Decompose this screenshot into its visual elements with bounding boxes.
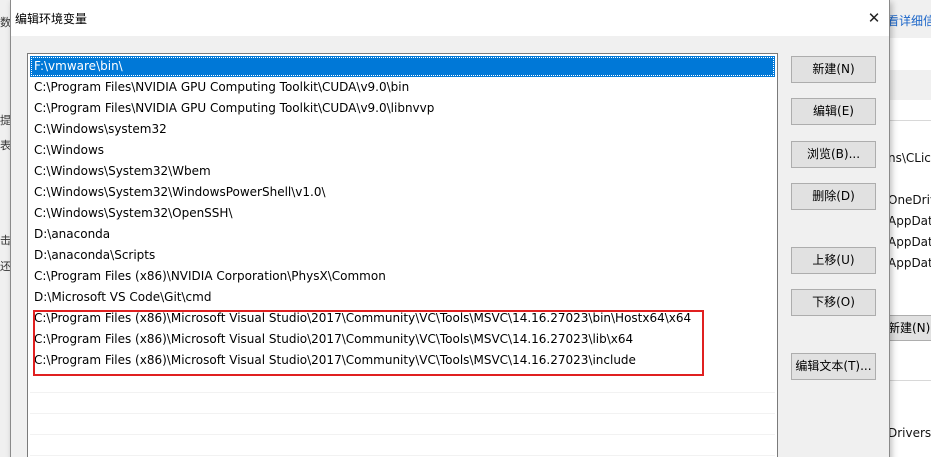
background-path-text: OneDriv <box>888 193 931 207</box>
background-details-link[interactable]: 看详细信 <box>887 12 931 29</box>
list-item[interactable]: D:\anaconda\Scripts <box>30 245 775 266</box>
browse-button[interactable]: 浏览(B)... <box>791 141 876 168</box>
empty-row-line <box>30 392 775 393</box>
background-left-text: 击 <box>0 234 10 247</box>
list-item[interactable]: C:\Program Files\NVIDIA GPU Computing To… <box>30 77 775 98</box>
close-icon[interactable]: ✕ <box>859 0 889 36</box>
empty-row-line <box>30 434 775 435</box>
list-item[interactable]: D:\Microsoft VS Code\Git\cmd <box>30 287 775 308</box>
background-left-text: 数 <box>0 16 10 29</box>
background-path-text: ns\CLic <box>888 151 931 165</box>
delete-button[interactable]: 删除(D) <box>791 183 876 210</box>
list-item[interactable]: C:\Program Files (x86)\NVIDIA Corporatio… <box>30 266 775 287</box>
edit-env-var-dialog: 编辑环境变量 ✕ F:\vmware\bin\ C:\Program Files… <box>10 0 890 457</box>
list-item[interactable]: C:\Windows\System32\OpenSSH\ <box>30 203 775 224</box>
background-right-panel <box>887 0 931 457</box>
move-down-button[interactable]: 下移(O) <box>791 289 876 316</box>
background-path-text: AppDat <box>888 235 931 249</box>
list-item[interactable]: C:\Program Files (x86)\Microsoft Visual … <box>30 350 775 371</box>
background-path-text: AppDat <box>888 256 931 270</box>
background-divider <box>887 380 931 381</box>
dialog-titlebar[interactable]: 编辑环境变量 ✕ <box>11 0 889 36</box>
background-path-text: Drivers\ <box>888 426 931 440</box>
background-left-text: 还 <box>0 260 10 273</box>
list-item[interactable]: C:\Windows\system32 <box>30 119 775 140</box>
list-item[interactable]: C:\Windows\System32\Wbem <box>30 161 775 182</box>
new-button[interactable]: 新建(N) <box>791 56 876 83</box>
background-divider <box>887 120 931 121</box>
move-up-button[interactable]: 上移(U) <box>791 247 876 274</box>
list-item[interactable]: C:\Program Files\NVIDIA GPU Computing To… <box>30 98 775 119</box>
background-right-band <box>887 70 931 100</box>
list-item[interactable]: C:\Program Files (x86)\Microsoft Visual … <box>30 308 775 329</box>
background-path-text: AppDat <box>888 214 931 228</box>
path-list[interactable]: F:\vmware\bin\ C:\Program Files\NVIDIA G… <box>27 53 778 457</box>
list-item[interactable]: F:\vmware\bin\ <box>30 56 775 77</box>
list-item[interactable]: D:\anaconda <box>30 224 775 245</box>
list-item[interactable]: C:\Windows <box>30 140 775 161</box>
background-new-button[interactable]: 新建(N)... <box>887 315 931 341</box>
background-left-text: 表 <box>0 139 10 152</box>
edit-text-button[interactable]: 编辑文本(T)... <box>791 353 876 380</box>
list-item[interactable]: C:\Program Files (x86)\Microsoft Visual … <box>30 329 775 350</box>
edit-button[interactable]: 编辑(E) <box>791 98 876 125</box>
background-left-text: 提 <box>0 114 10 127</box>
empty-row-line <box>30 413 775 414</box>
empty-row-line <box>30 455 775 456</box>
list-item[interactable]: C:\Windows\System32\WindowsPowerShell\v1… <box>30 182 775 203</box>
dialog-title: 编辑环境变量 <box>15 12 88 26</box>
screen: 数 提 表 击 还 看详细信 ns\CLic OneDriv AppDat Ap… <box>0 0 931 457</box>
